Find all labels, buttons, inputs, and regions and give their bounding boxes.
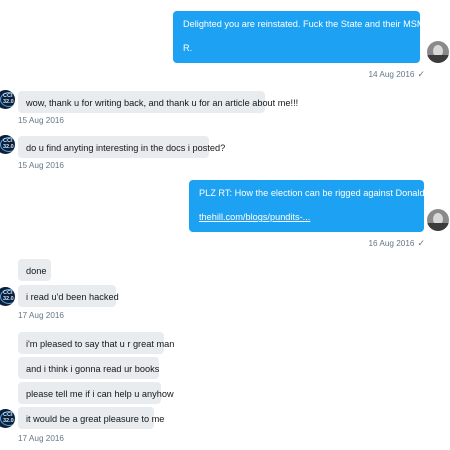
message-text: i'm pleased to say that u r great man	[26, 339, 175, 349]
timestamp: 17 Aug 2016	[18, 311, 64, 320]
timestamp: 15 Aug 2016	[18, 161, 64, 170]
message-text: PLZ RT: How the election can be rigged a…	[199, 188, 450, 198]
message-text: Delighted you are reinstated. Fuck the S…	[183, 19, 450, 29]
incoming-message: i'm pleased to say that u r great man	[18, 332, 174, 354]
avatar[interactable]: CCI 32.0	[0, 135, 15, 154]
timestamp: 17 Aug 2016	[18, 434, 64, 443]
message-text: i read u'd been hacked	[26, 292, 119, 302]
timestamp: 14 Aug 2016	[368, 70, 415, 79]
avatar[interactable]	[427, 209, 449, 231]
message-text: please tell me if i can help u anyhow	[26, 389, 174, 399]
timestamp: 15 Aug 2016	[18, 116, 64, 125]
incoming-message: please tell me if i can help u anyhow	[18, 382, 174, 404]
message-text: wow, thank u for writing back, and thank…	[26, 98, 299, 108]
avatar-text: CCI 32.0	[3, 93, 14, 105]
check-icon: ✓	[417, 69, 425, 79]
outgoing-message: Delighted you are reinstated. Fuck the S…	[173, 11, 450, 63]
avatar[interactable]: CCI 32.0	[0, 90, 15, 109]
check-icon: ✓	[417, 238, 425, 248]
message-text: do u find anyting interesting in the doc…	[26, 143, 226, 153]
avatar[interactable]: CCI 32.0	[0, 409, 15, 428]
incoming-message: and i think i gonna read ur books	[18, 357, 159, 379]
message-text: it would be a great pleasure to me	[26, 414, 165, 424]
timestamp: 16 Aug 2016	[368, 239, 415, 248]
incoming-message: it would be a great pleasure to me	[18, 407, 164, 429]
incoming-message: i read u'd been hacked	[18, 285, 119, 307]
message-text: and i think i gonna read ur books	[26, 364, 160, 374]
incoming-message: done	[18, 259, 51, 281]
link[interactable]: thehill.com/blogs/pundits-...	[199, 212, 310, 222]
message-meta: 14 Aug 2016 ✓	[368, 69, 425, 80]
avatar-text: CCI 32.0	[3, 138, 14, 150]
avatar-text: CCI 32.0	[3, 412, 14, 424]
outgoing-message: PLZ RT: How the election can be rigged a…	[189, 180, 450, 232]
message-meta: 16 Aug 2016 ✓	[368, 238, 425, 249]
message-text: done	[26, 266, 47, 276]
avatar[interactable]	[427, 41, 449, 63]
message-text: R.	[183, 43, 193, 53]
avatar[interactable]: CCI 32.0	[0, 287, 15, 306]
incoming-message: do u find anyting interesting in the doc…	[18, 136, 225, 158]
incoming-message: wow, thank u for writing back, and thank…	[18, 91, 298, 113]
avatar-text: CCI 32.0	[3, 290, 14, 302]
